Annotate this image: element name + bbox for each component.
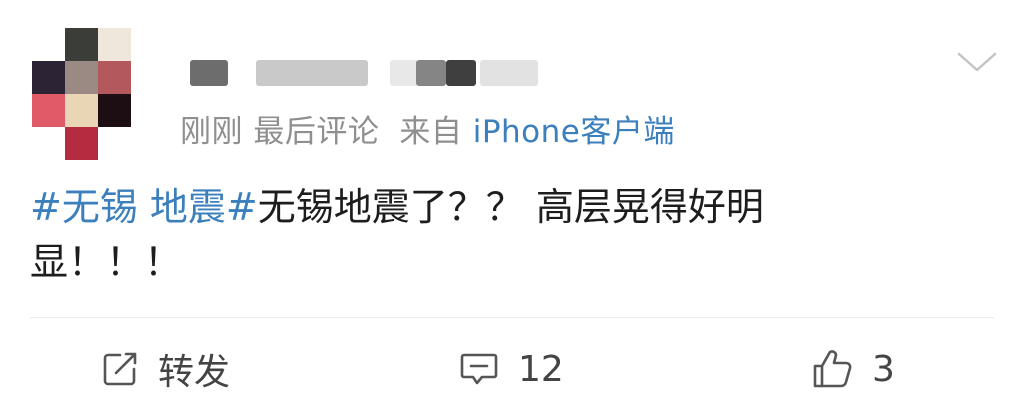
topic-link[interactable]: #无锡 地震# — [30, 185, 258, 229]
divider — [30, 317, 994, 318]
comment-count: 12 — [518, 348, 564, 390]
repost-icon — [103, 352, 137, 386]
repost-button[interactable]: 转发 — [100, 344, 230, 394]
post-meta: 刚刚 最后评论 来自 iPhone客户端 — [180, 106, 675, 151]
thumbs-up-icon — [813, 350, 852, 388]
post-time: 刚刚 — [180, 114, 243, 150]
post-activity: 最后评论 — [253, 114, 380, 150]
comment-icon — [460, 353, 498, 385]
like-count: 3 — [872, 348, 895, 390]
post-source-link[interactable]: iPhone客户端 — [473, 114, 675, 150]
like-button[interactable]: 3 — [810, 344, 895, 394]
avatar[interactable] — [32, 28, 132, 160]
comment-button[interactable]: 12 — [458, 344, 564, 394]
post-content: #无锡 地震#无锡地震了？？ 高层晃得好明显！！！ — [30, 180, 910, 290]
username-obscured[interactable] — [190, 60, 550, 86]
repost-label: 转发 — [158, 352, 231, 393]
chevron-down-icon[interactable] — [955, 48, 999, 78]
source-prefix: 来自 — [399, 114, 463, 150]
